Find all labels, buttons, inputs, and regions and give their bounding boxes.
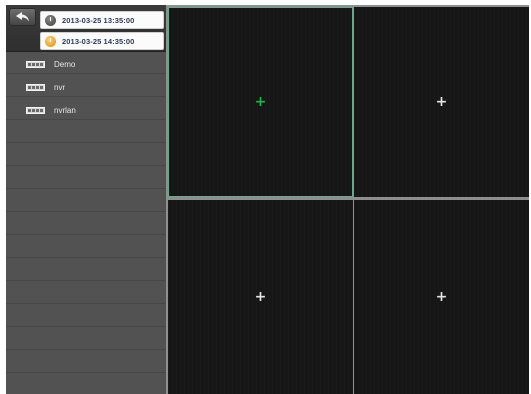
video-cell-2[interactable]: + (354, 7, 529, 197)
playback-screen: 2013-03-25 13:35:00 2013-03-25 14:35:00 … (6, 5, 529, 394)
clock-start-icon (45, 14, 56, 26)
device-icon (26, 61, 45, 68)
device-list: Demo nvr nvrlan (6, 53, 166, 122)
video-grid: + + + + (166, 5, 529, 394)
add-channel-icon: + (254, 289, 267, 305)
time-range-panel: 2013-03-25 13:35:00 2013-03-25 14:35:00 (6, 5, 166, 52)
end-time-text: 2013-03-25 14:35:00 (62, 36, 135, 46)
device-icon (26, 107, 45, 114)
video-cell-1[interactable]: + (168, 7, 353, 197)
sidebar: 2013-03-25 13:35:00 2013-03-25 14:35:00 … (6, 5, 166, 394)
device-label: nvrlan (54, 106, 76, 115)
device-item-nvr[interactable]: nvr (6, 76, 166, 99)
end-time-field[interactable]: 2013-03-25 14:35:00 (40, 32, 164, 50)
video-cell-3[interactable]: + (168, 200, 353, 394)
start-time-field[interactable]: 2013-03-25 13:35:00 (40, 11, 164, 29)
start-time-text: 2013-03-25 13:35:00 (62, 15, 135, 25)
add-channel-icon: + (435, 94, 448, 110)
back-arrow-icon (15, 12, 30, 22)
device-item-nvrlan[interactable]: nvrlan (6, 99, 166, 122)
add-channel-icon: + (254, 94, 267, 110)
device-label: Demo (54, 60, 76, 69)
device-item-demo[interactable]: Demo (6, 53, 166, 76)
device-icon (26, 84, 45, 91)
device-label: nvr (54, 83, 66, 92)
clock-end-icon (45, 35, 56, 47)
add-channel-icon: + (435, 289, 448, 305)
back-button[interactable] (9, 8, 36, 26)
video-cell-4[interactable]: + (354, 200, 529, 394)
